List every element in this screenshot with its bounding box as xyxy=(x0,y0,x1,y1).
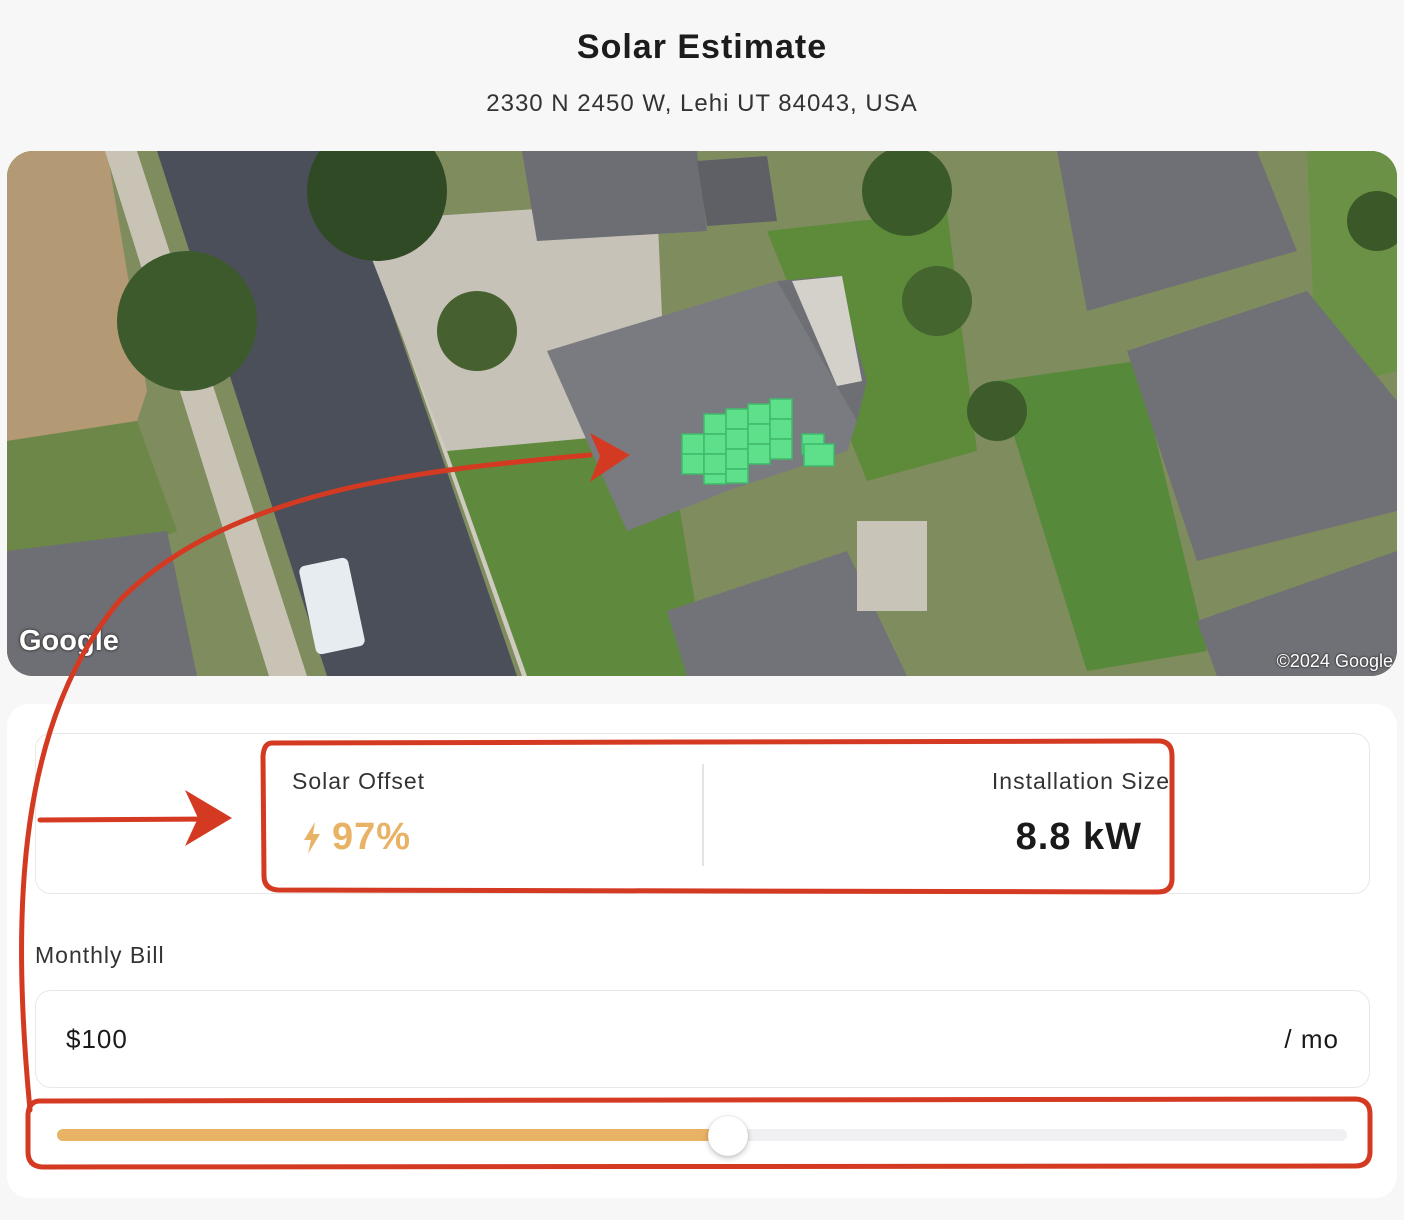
google-logo: Google xyxy=(19,625,119,657)
solar-offset-label: Solar Offset xyxy=(292,768,426,794)
page-title: Solar Estimate xyxy=(576,28,828,66)
monthly-bill-unit: / mo xyxy=(1284,1023,1339,1054)
stat-divider xyxy=(702,764,704,866)
monthly-bill-value: $100 xyxy=(66,1023,128,1054)
slider-thumb[interactable] xyxy=(707,1116,748,1156)
lightning-bolt-icon xyxy=(304,821,320,854)
installation-size-stat: Installation Size 8.8 kW xyxy=(732,734,1170,895)
monthly-bill-label: Monthly Bill xyxy=(35,942,165,968)
solar-offset-stat: Solar Offset 97% xyxy=(292,734,730,895)
installation-size-value: 8.8 kW xyxy=(1015,816,1142,858)
installation-size-label: Installation Size xyxy=(991,768,1170,794)
page-address: 2330 N 2450 W, Lehi UT 84043, USA xyxy=(486,90,918,117)
slider-fill xyxy=(57,1129,728,1141)
satellite-map[interactable]: Google ©2024 Google xyxy=(7,151,1397,676)
stats-card: Solar Offset 97% Installation Size 8.8 k… xyxy=(35,733,1370,894)
monthly-bill-slider[interactable] xyxy=(57,1116,1347,1156)
solar-offset-value-row: 97% xyxy=(302,816,411,859)
map-imagery xyxy=(7,151,1397,676)
solar-offset-value: 97% xyxy=(332,816,412,858)
monthly-bill-input[interactable]: $100 / mo xyxy=(35,990,1370,1088)
map-copyright: ©2024 Google xyxy=(1276,651,1393,671)
estimate-panel: Solar Offset 97% Installation Size 8.8 k… xyxy=(7,704,1397,1198)
